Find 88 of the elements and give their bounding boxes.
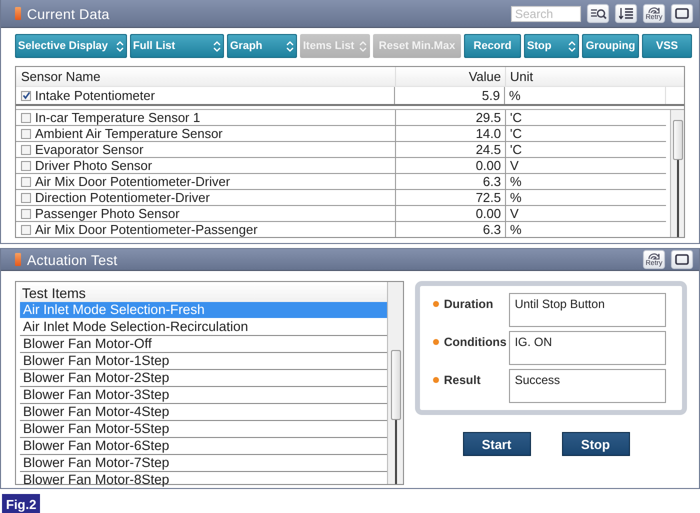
window-icon: [675, 254, 689, 265]
sensor-unit: %: [508, 87, 522, 104]
updown-icon: [568, 40, 576, 52]
test-item[interactable]: Air Inlet Mode Selection-Recirculation: [20, 319, 387, 336]
checkbox[interactable]: [21, 90, 31, 100]
test-item[interactable]: Blower Fan Motor-8Step: [20, 472, 387, 488]
test-item[interactable]: Blower Fan Motor-7Step: [20, 455, 387, 472]
sensor-unit: V: [509, 158, 520, 173]
updown-icon: [116, 40, 124, 52]
maximize-button[interactable]: [671, 250, 693, 269]
checkbox[interactable]: [21, 208, 31, 218]
sensor-value: 72.5: [396, 190, 506, 205]
column-header: Sensor Name: [16, 67, 396, 86]
toolbar-button[interactable]: Full List: [130, 34, 224, 58]
checkbox[interactable]: [21, 224, 31, 234]
field-value: Success: [508, 369, 666, 403]
sensor-value: 14.0: [396, 126, 506, 141]
sensor-name: Air Mix Door Potentiometer-Driver: [35, 174, 230, 189]
search-field[interactable]: Search: [511, 6, 581, 22]
field-label: Conditions: [444, 335, 508, 349]
search-button[interactable]: [587, 4, 609, 23]
test-item[interactable]: Blower Fan Motor-5Step: [20, 421, 387, 438]
sensor-name: Driver Photo Sensor: [35, 158, 152, 173]
toolbar-button[interactable]: Selective Display: [15, 34, 127, 58]
updown-icon: [213, 40, 221, 52]
sensor-name: Passenger Photo Sensor: [35, 206, 180, 221]
figure-label: Fig.2: [2, 494, 40, 513]
toolbar-button[interactable]: Grouping: [582, 34, 639, 58]
scrollbar[interactable]: [670, 110, 684, 237]
sensor-value: 6.3: [396, 174, 506, 189]
sensor-name: Intake Potentiometer: [35, 87, 155, 104]
sensor-value: 29.5: [396, 110, 506, 125]
panel-icon: [15, 7, 21, 20]
sensor-name: Evaporator Sensor: [35, 142, 144, 157]
column-header: Value: [396, 67, 506, 86]
sensor-unit: %: [509, 190, 523, 205]
sensor-unit: 'C: [509, 110, 523, 125]
checkbox[interactable]: [21, 192, 31, 202]
sensor-unit: V: [509, 206, 520, 221]
test-item[interactable]: Blower Fan Motor-Off: [20, 336, 387, 353]
sensor-unit: 'C: [509, 142, 523, 157]
sensor-unit: %: [509, 174, 523, 189]
test-item[interactable]: Blower Fan Motor-6Step: [20, 438, 387, 455]
checkbox[interactable]: [21, 176, 31, 186]
sensor-value: 24.5: [396, 142, 506, 157]
window-icon: [675, 8, 689, 19]
checkbox[interactable]: [21, 160, 31, 170]
column-header: Unit: [509, 68, 534, 86]
toolbar-button[interactable]: Graph: [227, 34, 297, 58]
sensor-name: Direction Potentiometer-Driver: [35, 190, 210, 205]
checkbox[interactable]: [21, 144, 31, 154]
sensor-value: 0.00: [396, 206, 506, 221]
sensor-name: Air Mix Door Potentiometer-Passenger: [35, 222, 258, 237]
sensor-value: 0.00: [396, 158, 506, 173]
checkbox[interactable]: [21, 128, 31, 138]
field-value: Until Stop Button: [508, 293, 666, 327]
sensor-value: 6.3: [396, 222, 506, 237]
action-button[interactable]: Stop: [562, 432, 630, 456]
maximize-button[interactable]: [671, 4, 693, 23]
toolbar-button[interactable]: Stop: [524, 34, 579, 58]
updown-icon: [286, 40, 294, 52]
bullet-icon: [433, 301, 439, 307]
refresh-icon: [647, 252, 661, 261]
action-button[interactable]: Start: [462, 432, 530, 456]
sensor-unit: %: [509, 222, 523, 237]
bullet-icon: [433, 339, 439, 345]
bullet-icon: [433, 377, 439, 383]
sensor-name: In-car Temperature Sensor 1: [35, 110, 200, 125]
field-label: Result: [444, 373, 482, 387]
test-item[interactable]: Blower Fan Motor-3Step: [20, 387, 387, 404]
scrollbar[interactable]: [387, 282, 403, 484]
checkbox[interactable]: [21, 112, 31, 122]
field-value: IG. ON: [508, 331, 666, 365]
search-icon: [590, 7, 606, 20]
refresh-icon: [647, 6, 661, 15]
test-item[interactable]: Blower Fan Motor-4Step: [20, 404, 387, 421]
sort-list-icon: [618, 7, 634, 20]
test-item[interactable]: Blower Fan Motor-2Step: [20, 370, 387, 387]
list-button[interactable]: [615, 4, 637, 23]
panel-title: Current Data: [27, 6, 111, 22]
updown-icon: [359, 40, 367, 52]
sensor-unit: 'C: [509, 126, 523, 141]
test-item[interactable]: Blower Fan Motor-1Step: [20, 353, 387, 370]
sensor-name: Ambient Air Temperature Sensor: [35, 126, 223, 141]
sensor-value: 5.9: [395, 87, 505, 104]
panel-title: Actuation Test: [27, 252, 118, 268]
panel-icon: [15, 253, 21, 266]
field-label: Duration: [444, 297, 494, 311]
